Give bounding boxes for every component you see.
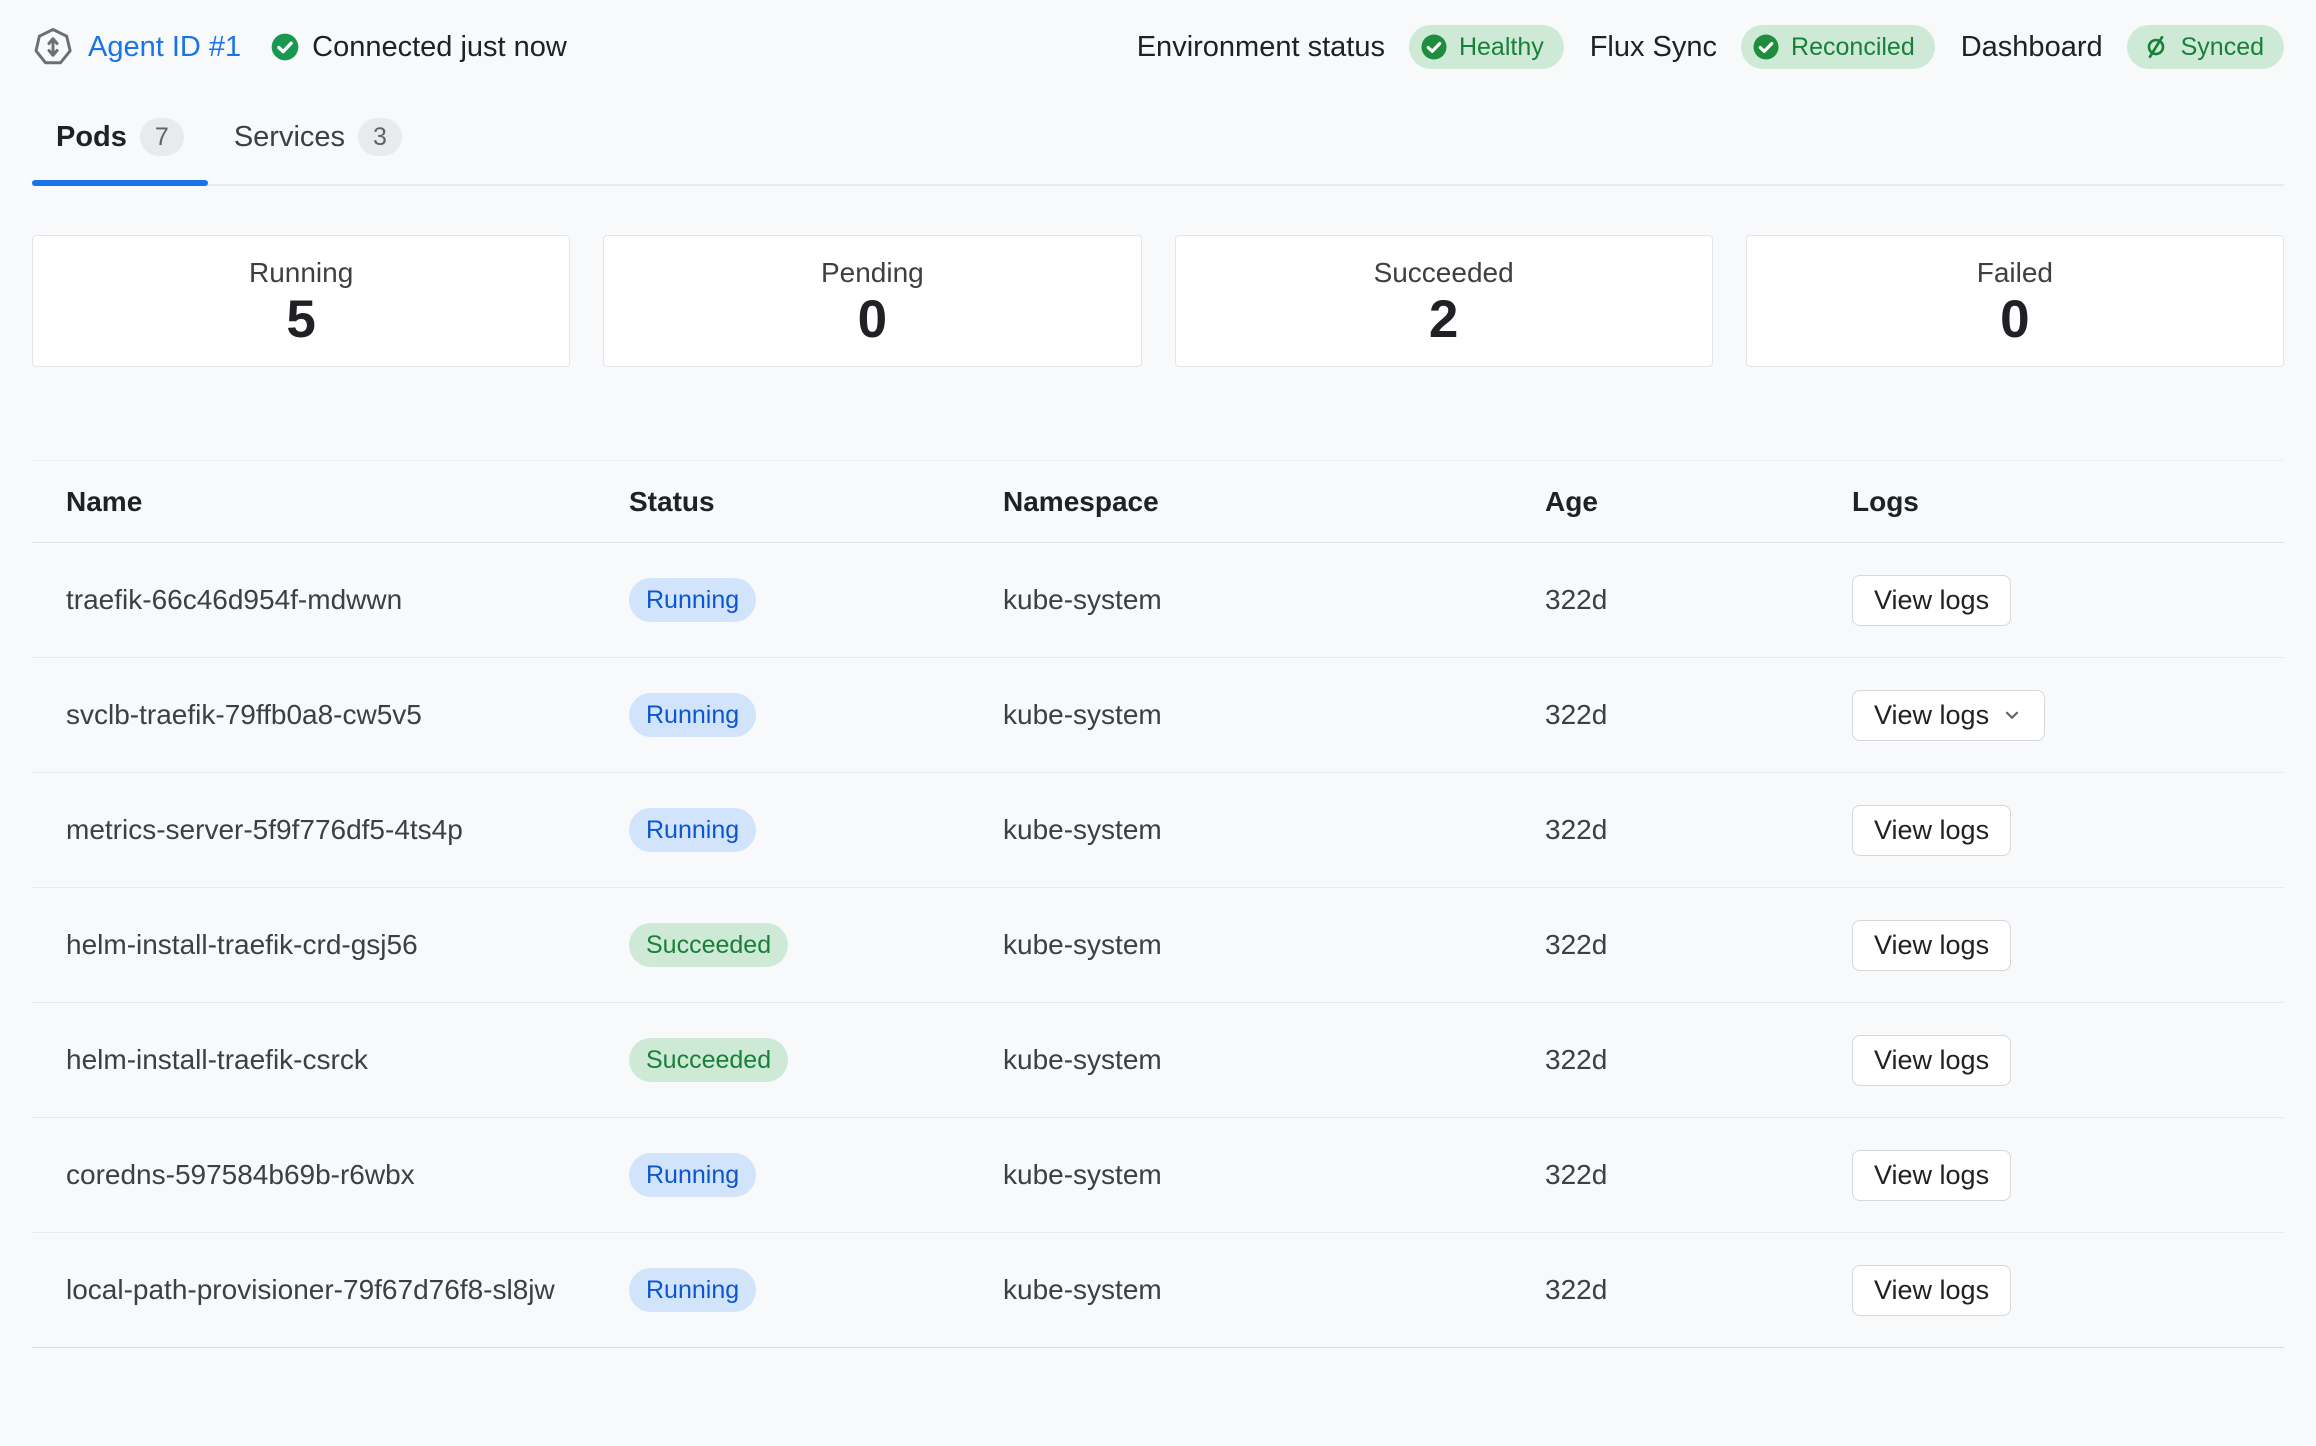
table-header: Name Status Namespace Age Logs — [32, 461, 2284, 543]
pod-namespace: kube-system — [1003, 814, 1545, 846]
environment-status-badge: Healthy — [1409, 25, 1564, 69]
table-row: coredns-597584b69b-r6wbx Running kube-sy… — [32, 1118, 2284, 1233]
stat-pending-label: Pending — [821, 257, 924, 289]
pod-name: svclb-traefik-79ffb0a8-cw5v5 — [66, 695, 629, 736]
stat-succeeded-value: 2 — [1429, 293, 1458, 346]
view-logs-button[interactable]: View logs — [1852, 1035, 2011, 1086]
view-logs-button[interactable]: View logs — [1852, 1150, 2011, 1201]
pod-age: 322d — [1545, 1044, 1852, 1076]
status-badge: Running — [629, 1268, 756, 1312]
status-badge: Succeeded — [629, 1038, 788, 1082]
stat-running-value: 5 — [286, 293, 315, 346]
tab-pods-count: 7 — [140, 118, 184, 156]
check-circle-icon — [1751, 32, 1781, 62]
view-logs-label: View logs — [1874, 1045, 1989, 1076]
view-logs-button[interactable]: View logs — [1852, 805, 2011, 856]
view-logs-label: View logs — [1874, 815, 1989, 846]
agent-id-link[interactable]: Agent ID #1 — [88, 31, 241, 64]
table-row: svclb-traefik-79ffb0a8-cw5v5 Running kub… — [32, 658, 2284, 773]
pod-age: 322d — [1545, 699, 1852, 731]
stat-card-succeeded: Succeeded 2 — [1175, 235, 1713, 367]
stat-card-pending: Pending 0 — [603, 235, 1141, 367]
stat-card-failed: Failed 0 — [1746, 235, 2284, 367]
table-row: local-path-provisioner-79f67d76f8-sl8jw … — [32, 1233, 2284, 1348]
dashboard-sync-badge-text: Synced — [2181, 35, 2264, 60]
agent-pod-icon — [32, 26, 74, 68]
tab-pods-label: Pods — [56, 121, 127, 154]
pod-name: traefik-66c46d954f-mdwwn — [66, 580, 629, 621]
stat-card-running: Running 5 — [32, 235, 570, 367]
pod-name: metrics-server-5f9f776df5-4ts4p — [66, 810, 629, 851]
pod-name: helm-install-traefik-csrck — [66, 1040, 629, 1081]
pods-table: Name Status Namespace Age Logs traefik-6… — [32, 460, 2284, 1348]
status-badge: Succeeded — [629, 923, 788, 967]
flux-sync-badge: Reconciled — [1741, 25, 1935, 69]
pod-age: 322d — [1545, 584, 1852, 616]
column-header-age: Age — [1545, 486, 1852, 518]
table-row: traefik-66c46d954f-mdwwn Running kube-sy… — [32, 543, 2284, 658]
chevron-down-icon — [2001, 704, 2023, 726]
pod-age: 322d — [1545, 814, 1852, 846]
view-logs-label: View logs — [1874, 1275, 1989, 1306]
column-header-logs: Logs — [1852, 486, 2284, 518]
stat-succeeded-label: Succeeded — [1374, 257, 1514, 289]
environment-status-label: Environment status — [1137, 31, 1385, 64]
connection-status-text: Connected just now — [312, 31, 567, 64]
view-logs-label: View logs — [1874, 585, 1989, 616]
pod-namespace: kube-system — [1003, 1274, 1545, 1306]
pod-namespace: kube-system — [1003, 584, 1545, 616]
tab-pods[interactable]: Pods 7 — [32, 118, 208, 184]
stat-failed-value: 0 — [2000, 293, 2029, 346]
status-badge: Running — [629, 578, 756, 622]
view-logs-label: View logs — [1874, 700, 1989, 731]
tab-services[interactable]: Services 3 — [210, 118, 426, 184]
status-badge: Running — [629, 693, 756, 737]
view-logs-button[interactable]: View logs — [1852, 575, 2011, 626]
check-circle-icon — [1419, 32, 1449, 62]
view-logs-label: View logs — [1874, 930, 1989, 961]
tab-services-count: 3 — [358, 118, 402, 156]
column-header-namespace: Namespace — [1003, 486, 1545, 518]
status-badge: Running — [629, 808, 756, 852]
view-logs-button[interactable]: View logs — [1852, 920, 2011, 971]
pod-age: 322d — [1545, 1159, 1852, 1191]
table-row: helm-install-traefik-crd-gsj56 Succeeded… — [32, 888, 2284, 1003]
pod-name: local-path-provisioner-79f67d76f8-sl8jw — [66, 1270, 629, 1311]
table-row: metrics-server-5f9f776df5-4ts4p Running … — [32, 773, 2284, 888]
pod-stats: Running 5 Pending 0 Succeeded 2 Failed 0 — [32, 235, 2284, 367]
connected-check-icon — [269, 31, 301, 63]
table-row: helm-install-traefik-csrck Succeeded kub… — [32, 1003, 2284, 1118]
sync-icon — [2141, 32, 2171, 62]
pod-age: 322d — [1545, 1274, 1852, 1306]
tab-bar: Pods 7 Services 3 — [32, 118, 2284, 186]
column-header-status: Status — [629, 486, 1003, 518]
pod-name: helm-install-traefik-crd-gsj56 — [66, 925, 629, 966]
pod-age: 322d — [1545, 929, 1852, 961]
pod-namespace: kube-system — [1003, 1159, 1545, 1191]
column-header-name: Name — [66, 486, 629, 518]
pod-name: coredns-597584b69b-r6wbx — [66, 1155, 629, 1196]
pod-namespace: kube-system — [1003, 929, 1545, 961]
view-logs-label: View logs — [1874, 1160, 1989, 1191]
top-bar: Agent ID #1 Connected just now Environme… — [32, 22, 2284, 72]
stat-failed-label: Failed — [1977, 257, 2053, 289]
view-logs-dropdown-button[interactable]: View logs — [1852, 690, 2045, 741]
tab-services-label: Services — [234, 121, 345, 154]
environment-status-badge-text: Healthy — [1459, 35, 1544, 60]
pod-namespace: kube-system — [1003, 699, 1545, 731]
view-logs-button[interactable]: View logs — [1852, 1265, 2011, 1316]
stat-running-label: Running — [249, 257, 353, 289]
dashboard-label: Dashboard — [1961, 31, 2103, 64]
flux-sync-label: Flux Sync — [1590, 31, 1717, 64]
flux-sync-badge-text: Reconciled — [1791, 35, 1915, 60]
dashboard-sync-badge: Synced — [2127, 25, 2284, 69]
status-badge: Running — [629, 1153, 756, 1197]
stat-pending-value: 0 — [858, 293, 887, 346]
pod-namespace: kube-system — [1003, 1044, 1545, 1076]
